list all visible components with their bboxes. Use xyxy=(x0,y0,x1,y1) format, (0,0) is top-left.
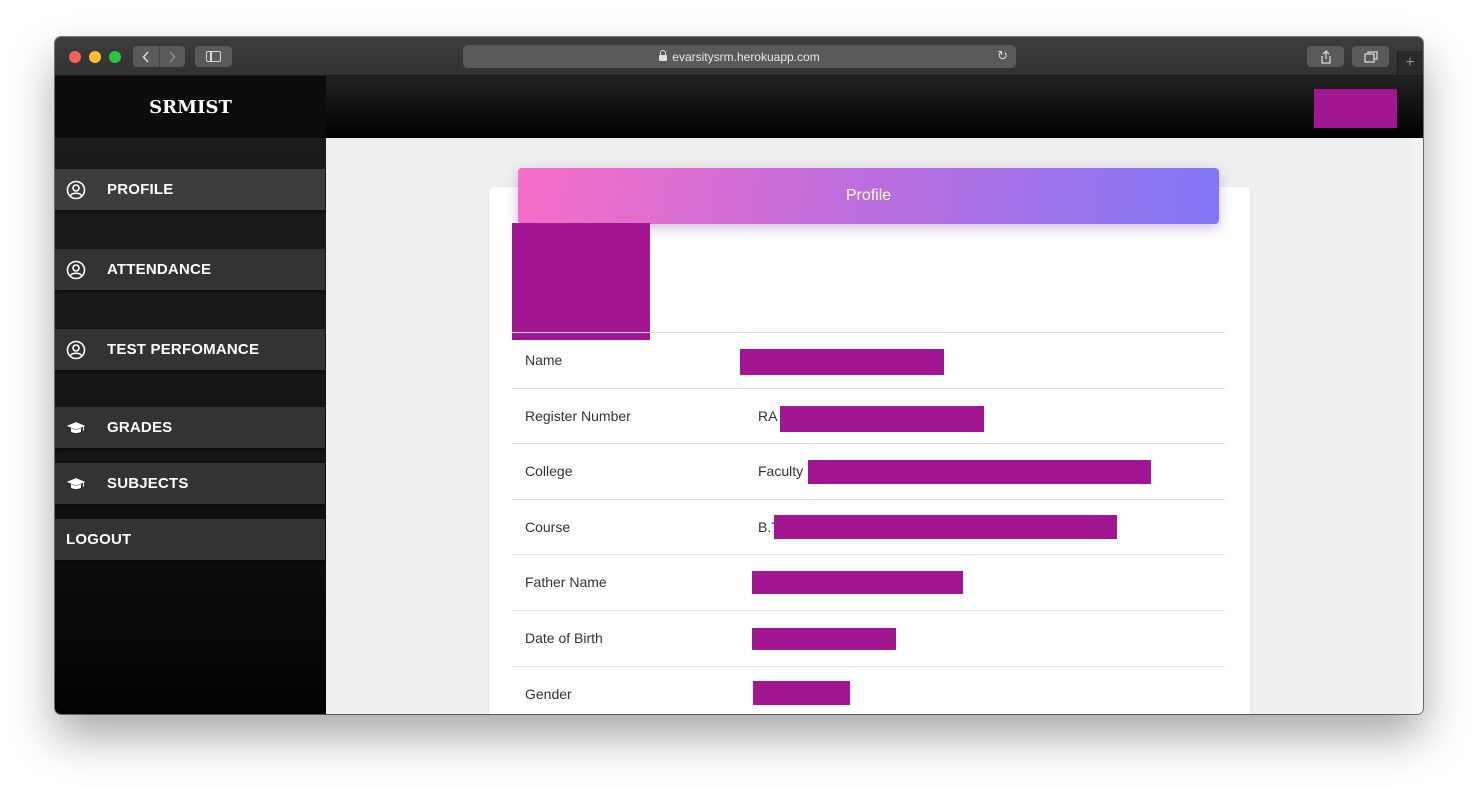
redacted-value xyxy=(753,681,850,705)
reload-icon[interactable]: ↻ xyxy=(997,48,1008,64)
field-label: Father Name xyxy=(525,574,607,590)
back-button[interactable] xyxy=(133,46,159,67)
field-label: Course xyxy=(525,519,571,535)
new-tab-button[interactable]: + xyxy=(1397,51,1422,75)
navigation-buttons xyxy=(133,46,185,67)
chevron-right-icon xyxy=(169,50,176,63)
field-label: Date of Birth xyxy=(525,630,603,646)
share-button[interactable] xyxy=(1307,46,1344,67)
forward-button[interactable] xyxy=(158,46,186,67)
sidebar-item-label: PROFILE xyxy=(107,181,174,198)
profile-row-register-number: Register Number RA xyxy=(512,388,1225,444)
lock-icon xyxy=(659,50,668,61)
redacted-value xyxy=(780,406,984,432)
main-content: Profile Name Register Number RA College … xyxy=(326,138,1411,714)
user-circle-icon xyxy=(66,260,86,280)
logout-button[interactable]: LOGOUT xyxy=(55,519,325,560)
redacted-value xyxy=(808,460,1151,484)
user-circle-icon xyxy=(66,340,86,360)
redacted-profile-photo xyxy=(512,223,650,340)
redacted-value xyxy=(774,515,1117,539)
redacted-value xyxy=(740,349,944,375)
close-window-button[interactable] xyxy=(69,51,81,63)
field-label: Name xyxy=(525,352,563,368)
sidebar-item-label: ATTENDANCE xyxy=(107,261,212,278)
profile-row-name: Name xyxy=(512,332,1225,388)
redacted-value xyxy=(752,571,963,594)
minimize-window-button[interactable] xyxy=(89,51,101,63)
share-icon xyxy=(1320,49,1331,64)
web-page: SRMIST PROFILE ATTENDANCE TEST PERFOMANC… xyxy=(55,76,1423,714)
sidebar-item-test-performance[interactable]: TEST PERFOMANCE xyxy=(55,329,325,370)
graduation-cap-icon xyxy=(66,474,86,494)
sidebar-item-attendance[interactable]: ATTENDANCE xyxy=(55,249,325,290)
redacted-value xyxy=(752,628,896,650)
profile-row-college: College Faculty xyxy=(512,443,1225,499)
field-value: Faculty xyxy=(758,463,804,479)
user-circle-icon xyxy=(66,180,86,200)
graduation-cap-icon xyxy=(66,418,86,438)
chevron-left-icon xyxy=(142,50,149,63)
profile-row-gender: Gender xyxy=(512,666,1225,714)
profile-row-course: Course B.T xyxy=(512,499,1225,555)
browser-window: evarsitysrm.herokuapp.com ↻ + SRMIST PRO… xyxy=(55,37,1423,714)
page-scrollbar[interactable] xyxy=(1411,138,1423,714)
sidebar-item-profile[interactable]: PROFILE xyxy=(55,169,325,210)
field-label: College xyxy=(525,463,573,479)
sidebar-item-grades[interactable]: GRADES xyxy=(55,407,325,448)
sidebar-item-subjects[interactable]: SUBJECTS xyxy=(55,463,325,504)
sidebar: SRMIST PROFILE ATTENDANCE TEST PERFOMANC… xyxy=(55,76,326,714)
redacted-user-button[interactable] xyxy=(1314,89,1397,128)
sidebar-item-label: SUBJECTS xyxy=(107,475,189,492)
sidebar-item-label: GRADES xyxy=(107,419,173,436)
top-navbar xyxy=(326,76,1423,138)
profile-row-father-name: Father Name xyxy=(512,554,1225,610)
brand-title: SRMIST xyxy=(55,76,326,139)
field-label: Gender xyxy=(525,686,572,702)
sidebar-toggle-button[interactable] xyxy=(195,46,232,67)
tabs-icon xyxy=(1363,50,1378,63)
address-bar[interactable]: evarsitysrm.herokuapp.com ↻ xyxy=(463,45,1016,68)
url-text: evarsitysrm.herokuapp.com xyxy=(672,49,820,64)
show-tabs-button[interactable] xyxy=(1352,46,1389,67)
sidebar-item-label: TEST PERFOMANCE xyxy=(107,341,260,358)
profile-card-header: Profile xyxy=(518,168,1219,224)
sidebar-item-label: LOGOUT xyxy=(66,531,132,548)
field-label: Register Number xyxy=(525,408,631,424)
plus-icon: + xyxy=(1405,54,1415,71)
browser-toolbar: evarsitysrm.herokuapp.com ↻ + xyxy=(55,37,1423,76)
maximize-window-button[interactable] xyxy=(109,51,121,63)
profile-row-date-of-birth: Date of Birth xyxy=(512,610,1225,666)
field-value: RA xyxy=(758,408,778,424)
sidebar-icon xyxy=(206,51,221,62)
